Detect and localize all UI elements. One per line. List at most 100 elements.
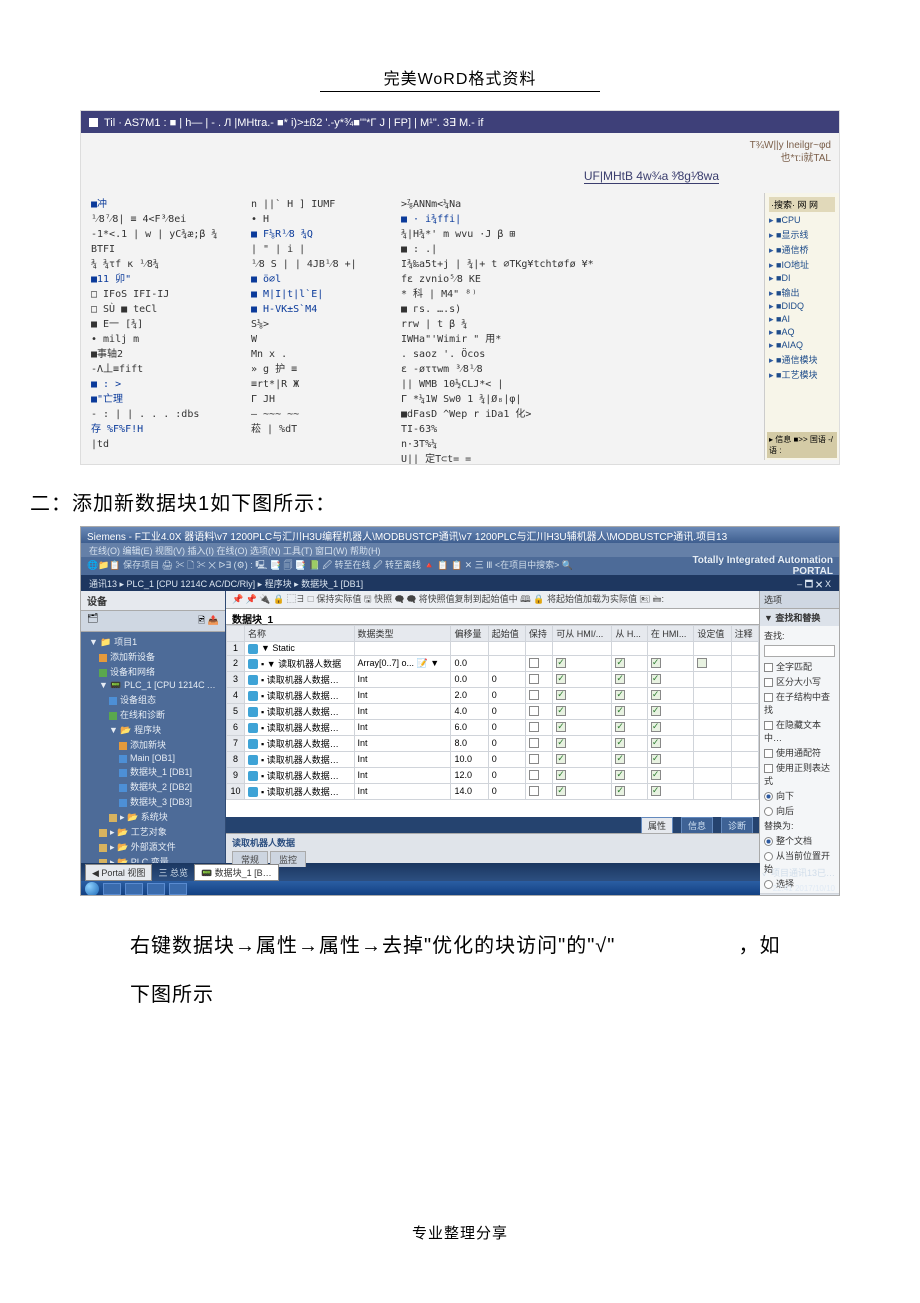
cell[interactable] [612,735,648,751]
checkbox-icon[interactable] [651,786,661,796]
cell[interactable] [612,767,648,783]
cell[interactable]: Int [354,671,451,687]
checkbox-icon[interactable] [556,738,566,748]
retain-checkbox[interactable] [529,754,539,764]
f2-table-body[interactable]: 1▼ Static2▪ ▼ 读取机器人数据Array[0..7] o... 📝 … [227,642,759,800]
checkbox-icon[interactable] [651,770,661,780]
cell[interactable]: ▪ 读取机器人数据… [245,751,355,767]
tree-item[interactable]: 在线和诊断 [89,707,221,722]
cell[interactable] [612,719,648,735]
f2-path-right[interactable]: – 🗖 🗙 X [797,577,831,589]
cell[interactable] [647,783,693,799]
tab-properties[interactable]: 属性 [641,817,673,834]
tree-item[interactable]: ▼ 📁 项目1 [89,634,221,649]
expand-icon[interactable] [248,755,258,765]
cell[interactable] [612,703,648,719]
cell[interactable]: ▼ Static [245,642,355,656]
cell[interactable] [525,783,552,799]
expand-icon[interactable] [248,691,258,701]
rp-item[interactable]: ■AQ [769,326,835,339]
cell[interactable] [694,671,731,687]
cell[interactable] [553,655,612,671]
checkbox-icon[interactable] [615,674,625,684]
checkbox-icon[interactable] [556,690,566,700]
table-row[interactable]: 4▪ 读取机器人数据…Int2.00 [227,687,759,703]
table-row[interactable]: 8▪ 读取机器人数据…Int10.00 [227,751,759,767]
col-header[interactable]: 起始值 [488,626,525,642]
f2-bottom-left[interactable]: ◀ Portal 视图 三 总览 📟 数据块_1 [B… [85,864,279,881]
cell[interactable]: 12.0 [451,767,488,783]
cell[interactable] [612,751,648,767]
start-orb-icon[interactable] [85,882,99,896]
rp-options1[interactable]: 全字匹配区分大小写在子结构中查找在隐藏文本中…使用通配符使用正则表达式 [764,659,835,788]
checkbox-icon[interactable] [556,674,566,684]
cell[interactable]: 0 [488,735,525,751]
taskbar-item[interactable] [125,883,143,895]
cell[interactable] [488,655,525,671]
f2-taskbar[interactable]: 22:41 2017/10/10 [81,881,839,896]
cell[interactable]: 0 [488,687,525,703]
rp-item[interactable]: ■AIAQ [769,339,835,352]
cell[interactable]: 8 [227,751,245,767]
checkbox-icon[interactable] [615,754,625,764]
checkbox-icon[interactable] [764,663,773,672]
cell[interactable] [553,783,612,799]
cell[interactable] [488,642,525,656]
cell[interactable] [553,642,612,656]
tree-item[interactable]: ▸ 📂 外部源文件 [89,839,221,854]
col-header[interactable]: 偏移量 [451,626,488,642]
checkbox-icon[interactable] [651,674,661,684]
cell[interactable]: 0 [488,703,525,719]
checkbox-icon[interactable] [651,738,661,748]
f2-center-toolbar[interactable]: 📌 📌 🔌 🔒 ⬚∃ 🗆 保持实际值 🖫 快照 🗬 🗬 将快照值复制到起始值中 … [226,591,759,609]
f2-toolbar-left[interactable]: 🌐📁📋 保存项目 🖨 ✂ 🗋 ✂ ✕ ᐅ∃ (⚙) : 🖳 📑 🗐 📑 📗 🖉 … [87,558,573,574]
cell[interactable] [731,655,758,671]
cell[interactable] [612,687,648,703]
cell[interactable]: 0.0 [451,671,488,687]
rp-option[interactable]: 区分大小写 [764,674,835,689]
col-header[interactable] [227,626,245,642]
cell[interactable]: ▪ ▼ 读取机器人数据 [245,655,355,671]
cell[interactable]: ▪ 读取机器人数据… [245,783,355,799]
cell[interactable]: Int [354,735,451,751]
cell[interactable] [647,735,693,751]
cell[interactable]: 2 [227,655,245,671]
cell[interactable]: 0 [488,767,525,783]
cell[interactable] [694,719,731,735]
cell[interactable] [553,671,612,687]
checkbox-icon[interactable] [651,690,661,700]
rp-item[interactable]: ■通信模块 [769,352,835,367]
cell[interactable] [525,687,552,703]
checkbox-icon[interactable] [615,786,625,796]
rp-option[interactable]: 在子结构中查找 [764,689,835,717]
cell[interactable] [694,655,731,671]
checkbox-icon[interactable] [615,658,625,668]
cell[interactable] [694,767,731,783]
overview-tab[interactable]: 三 总览 [158,866,188,879]
checkbox-icon[interactable] [764,721,773,730]
cell[interactable]: Int [354,703,451,719]
retain-checkbox[interactable] [529,722,539,732]
retain-checkbox[interactable] [529,786,539,796]
cell[interactable] [647,703,693,719]
cell[interactable] [694,783,731,799]
cell[interactable] [731,735,758,751]
f2-rightpane[interactable]: 选项 ▼ 查找和替换 查找: 全字匹配区分大小写在子结构中查找在隐藏文本中…使用… [759,591,839,863]
cell[interactable] [525,703,552,719]
cell[interactable]: 0.0 [451,655,488,671]
col-header[interactable]: 注释 [731,626,758,642]
cell[interactable] [451,642,488,656]
col-header[interactable]: 设定值 [694,626,731,642]
cell[interactable] [731,719,758,735]
cell[interactable] [694,687,731,703]
cell[interactable] [731,687,758,703]
table-row[interactable]: 3▪ 读取机器人数据…Int0.00 [227,671,759,687]
table-row[interactable]: 9▪ 读取机器人数据…Int12.00 [227,767,759,783]
cell[interactable] [731,642,758,656]
cell[interactable]: ▪ 读取机器人数据… [245,735,355,751]
cell[interactable] [612,671,648,687]
expand-icon[interactable] [248,659,258,669]
rp-item[interactable]: ■输出 [769,285,835,300]
cell[interactable] [553,767,612,783]
col-header[interactable]: 从 H... [612,626,648,642]
